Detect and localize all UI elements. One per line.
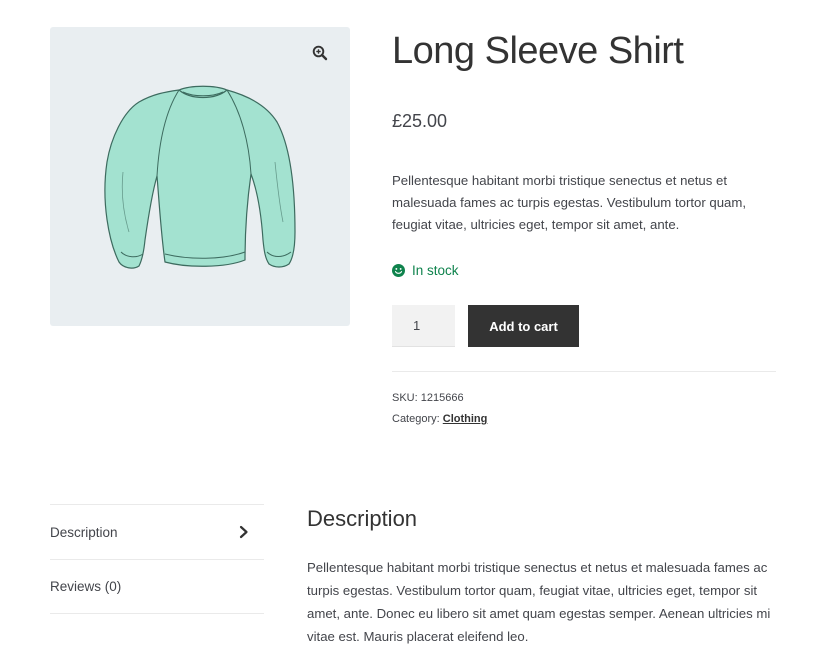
smiley-icon — [392, 264, 405, 277]
quantity-input[interactable] — [392, 305, 455, 347]
product-gallery[interactable] — [50, 27, 350, 326]
sku-value: 1215666 — [420, 392, 464, 404]
category-label: Category: — [392, 413, 440, 425]
tab-reviews[interactable]: Reviews (0) — [50, 559, 264, 614]
product-price: £25.00 — [392, 111, 448, 131]
add-to-cart-button[interactable]: Add to cart — [468, 305, 579, 347]
product-short-description: Pellentesque habitant morbi tristique se… — [392, 173, 747, 232]
stock-status: In stock — [392, 263, 459, 278]
description-heading: Description — [307, 506, 418, 531]
sku-row: SKU: 1215666 — [392, 388, 487, 409]
product-meta: SKU: 1215666 Category: Clothing — [392, 388, 487, 430]
sku-label: SKU: — [392, 392, 418, 404]
product-tabs: Description Reviews (0) — [50, 504, 264, 614]
tab-description-label: Description — [50, 524, 118, 540]
description-text: Pellentesque habitant morbi tristique se… — [307, 560, 771, 644]
shirt-image — [104, 85, 296, 269]
tab-reviews-label: Reviews (0) — [50, 579, 122, 594]
product-title: Long Sleeve Shirt — [392, 30, 684, 72]
divider — [392, 371, 776, 372]
chevron-right-icon — [239, 525, 248, 539]
zoom-icon[interactable] — [311, 44, 329, 62]
category-row: Category: Clothing — [392, 409, 487, 430]
stock-label: In stock — [412, 263, 459, 278]
tab-description[interactable]: Description — [50, 504, 264, 559]
category-link[interactable]: Clothing — [443, 413, 488, 425]
